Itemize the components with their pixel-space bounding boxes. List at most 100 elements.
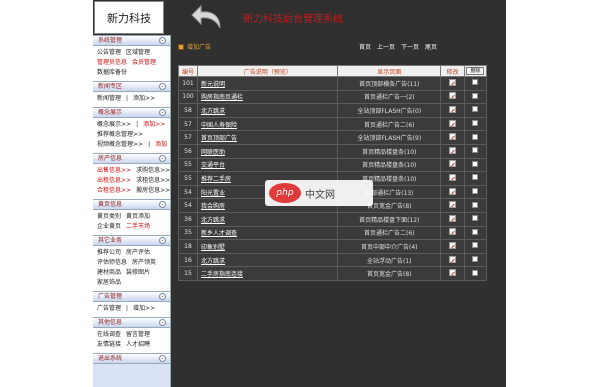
delete-checkbox[interactable] — [472, 160, 479, 167]
sidebar-link[interactable]: 出租信息>> — [97, 176, 131, 186]
edit-icon[interactable] — [449, 119, 457, 127]
sidebar-link[interactable]: 添加>> — [143, 120, 165, 130]
edit-icon[interactable] — [449, 214, 457, 222]
sidebar-link[interactable]: 二手市场 — [126, 222, 150, 232]
pager-prev[interactable]: 上一页 — [377, 42, 395, 51]
edit-icon[interactable] — [449, 160, 457, 168]
delete-checkbox[interactable] — [472, 201, 479, 208]
edit-icon[interactable] — [449, 173, 457, 181]
ad-link[interactable]: 我会购房 — [201, 203, 225, 210]
edit-icon[interactable] — [449, 105, 457, 113]
sidebar-link[interactable]: 合租信息>> — [97, 186, 131, 196]
edit-icon[interactable] — [449, 78, 457, 86]
sidebar-link[interactable]: 管理员信息 — [97, 58, 127, 68]
sidebar-link[interactable]: 添加 — [155, 140, 167, 150]
ad-link[interactable]: 新乡人才调查 — [201, 230, 237, 237]
sidebar-section-header[interactable]: 退出系统 ⌄ — [93, 353, 170, 364]
edit-icon[interactable] — [449, 228, 457, 236]
chevron-down-icon[interactable]: ⌄ — [159, 319, 166, 326]
sidebar-link[interactable]: 会员管理 — [132, 58, 156, 68]
edit-icon[interactable] — [449, 269, 457, 277]
sidebar-link[interactable]: 建材商品 — [97, 268, 121, 278]
sidebar-section-header[interactable]: 其它业务 ⌄ — [93, 235, 170, 246]
delete-checkbox[interactable] — [472, 147, 479, 154]
ad-link[interactable]: 网联医助 — [201, 149, 225, 156]
sidebar-section-header[interactable]: 黄页信息 ⌄ — [93, 199, 170, 210]
ad-link[interactable]: 购房指南页通栏 — [201, 94, 243, 101]
edit-icon[interactable] — [449, 201, 457, 209]
sidebar-link[interactable]: 公告管理 — [97, 48, 121, 58]
delete-checkbox[interactable] — [472, 242, 479, 249]
sidebar-section-header[interactable]: 概念展示 ⌄ — [93, 107, 170, 118]
chevron-down-icon[interactable]: ⌄ — [159, 293, 166, 300]
ad-link[interactable]: 北方跳求 — [201, 258, 225, 265]
delete-checkbox[interactable] — [472, 106, 479, 113]
sidebar-link[interactable]: 黄页类别 — [97, 212, 121, 222]
sidebar-link[interactable]: 数据库备份 — [97, 68, 127, 78]
delete-checkbox[interactable] — [472, 215, 479, 222]
sidebar-link[interactable]: 评估师信息 — [97, 258, 127, 268]
chevron-down-icon[interactable]: ⌄ — [159, 355, 166, 362]
chevron-down-icon[interactable]: ⌄ — [159, 155, 166, 162]
sidebar-section-header[interactable]: 广告管理 ⌄ — [93, 291, 170, 302]
sidebar-link[interactable]: 求购信息>> — [136, 166, 170, 176]
pager-first[interactable]: 首页 — [359, 42, 371, 51]
ad-link[interactable]: 中国人寿保险 — [201, 122, 237, 129]
delete-checkbox[interactable] — [472, 228, 479, 235]
ad-link[interactable]: 印象别墅 — [201, 244, 225, 251]
add-ad-button[interactable]: 增加广告 — [178, 42, 211, 51]
delete-button[interactable]: 删除 — [466, 67, 485, 75]
sidebar-link[interactable]: 添加>> — [133, 94, 155, 104]
sidebar-section-header[interactable]: 其他信息 ⌄ — [93, 317, 170, 328]
delete-checkbox[interactable] — [472, 92, 479, 99]
sidebar-link[interactable]: 增加>> — [133, 304, 155, 314]
chevron-down-icon[interactable]: ⌄ — [159, 83, 166, 90]
sidebar-link[interactable]: 区域管理 — [126, 48, 150, 58]
delete-checkbox[interactable] — [472, 174, 479, 181]
ad-link[interactable]: 北方跳求 — [201, 217, 225, 224]
ad-link[interactable]: 二手房指南连接 — [201, 271, 243, 278]
sidebar-link[interactable]: 家居饰品 — [97, 278, 121, 288]
pager-next[interactable]: 下一页 — [401, 42, 419, 51]
chevron-down-icon[interactable]: ⌄ — [159, 237, 166, 244]
edit-icon[interactable] — [449, 241, 457, 249]
sidebar-link[interactable]: 广告管理 — [97, 304, 121, 314]
sidebar-link[interactable]: 求租信息>> — [136, 176, 170, 186]
chevron-down-icon[interactable]: ⌄ — [159, 201, 166, 208]
edit-icon[interactable] — [449, 146, 457, 154]
chevron-down-icon[interactable]: ⌄ — [159, 109, 166, 116]
sidebar-link[interactable]: 企业黄页 — [97, 222, 121, 232]
sidebar-link[interactable]: 黄页添加 — [126, 212, 150, 222]
delete-checkbox[interactable] — [472, 133, 479, 140]
edit-icon[interactable] — [449, 92, 457, 100]
sidebar-link[interactable]: 推荐概念管理>> — [97, 130, 143, 140]
edit-icon[interactable] — [449, 255, 457, 263]
sidebar-link[interactable]: 留言管理 — [126, 330, 150, 340]
sidebar-link[interactable]: 房产评估 — [126, 248, 150, 258]
chevron-down-icon[interactable]: ⌄ — [159, 37, 166, 44]
delete-checkbox[interactable] — [472, 79, 479, 86]
edit-icon[interactable] — [449, 187, 457, 195]
sidebar-link[interactable]: 推荐公司 — [97, 248, 121, 258]
sidebar-link[interactable]: 出售信息>> — [97, 166, 131, 176]
sidebar-link[interactable]: 友情链接 — [97, 340, 121, 350]
sidebar-section-header[interactable]: 房产信息 ⌄ — [93, 153, 170, 164]
edit-icon[interactable] — [449, 133, 457, 141]
ad-link[interactable]: 首页顶部广告 — [201, 135, 237, 142]
sidebar-link[interactable]: 装修图片 — [126, 268, 150, 278]
ad-link[interactable]: 交通平台 — [201, 162, 225, 169]
ad-link[interactable]: 推荐二手房 — [201, 176, 231, 183]
pager-last[interactable]: 尾页 — [425, 42, 437, 51]
sidebar-link[interactable]: 视频概念管理>> — [97, 140, 143, 150]
sidebar-section-header[interactable]: 系统管理 ⌄ — [93, 35, 170, 46]
delete-checkbox[interactable] — [472, 256, 479, 263]
sidebar-link[interactable]: 房产领英 — [132, 258, 156, 268]
sidebar-link[interactable]: 概念展示>> — [97, 120, 131, 130]
sidebar-link[interactable]: 在线调查 — [97, 330, 121, 340]
delete-checkbox[interactable] — [472, 269, 479, 276]
sidebar-link[interactable]: 人才招聘 — [126, 340, 150, 350]
sidebar-link[interactable]: 新闻管理 — [97, 94, 121, 104]
ad-link[interactable]: 新元说明 — [201, 81, 225, 88]
delete-checkbox[interactable] — [472, 188, 479, 195]
delete-checkbox[interactable] — [472, 120, 479, 127]
